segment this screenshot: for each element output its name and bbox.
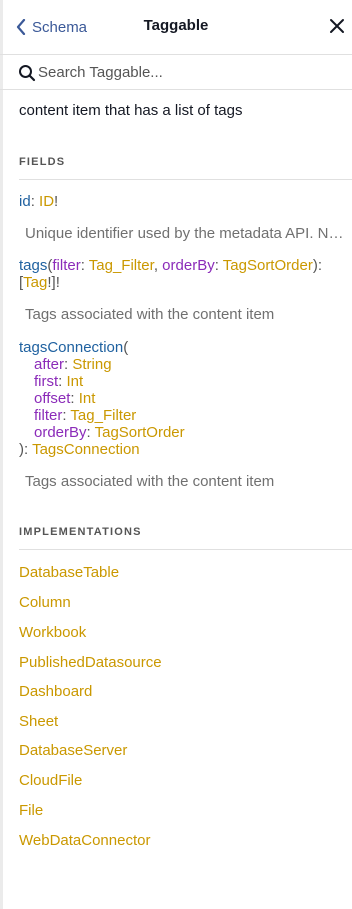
colon: : <box>214 257 223 274</box>
type-link[interactable]: Tag_Filter <box>70 407 136 424</box>
fields-divider <box>19 179 352 180</box>
colon: : <box>30 193 40 210</box>
type-link[interactable]: String <box>72 356 111 373</box>
colon: : <box>58 373 67 390</box>
field-tags-return: [Tag!]! <box>19 274 60 291</box>
field-description: Tags associated with the content item <box>25 306 275 323</box>
colon: : <box>70 390 79 407</box>
type-link[interactable]: Int <box>79 390 96 407</box>
fields-section-title: FIELDS <box>19 156 66 168</box>
field-name[interactable]: tags <box>19 257 47 274</box>
implementation-link[interactable]: PublishedDatasource <box>19 654 162 671</box>
paren-close: ): <box>312 257 322 274</box>
type-link[interactable]: TagSortOrder <box>95 424 185 441</box>
field-name[interactable]: id <box>19 193 31 210</box>
search-input[interactable] <box>38 60 338 84</box>
field-name[interactable]: tagsConnection <box>19 339 123 356</box>
implementation-link[interactable]: CloudFile <box>19 772 82 789</box>
page-title: Taggable <box>143 17 209 34</box>
paren-open: ( <box>123 339 129 356</box>
type-link[interactable]: Tag_Filter <box>89 257 154 274</box>
search-bar <box>0 54 352 90</box>
colon: : <box>86 424 95 441</box>
arg-name: filter <box>52 257 81 274</box>
implementation-link[interactable]: WebDataConnector <box>19 832 150 849</box>
close-button[interactable] <box>328 17 346 35</box>
implementation-link[interactable]: Workbook <box>19 624 86 641</box>
comma: , <box>153 257 163 274</box>
arg-name: after <box>34 356 65 373</box>
panel-divider <box>0 0 3 909</box>
type-link[interactable]: Tag <box>23 274 47 291</box>
non-null-list-close: !]! <box>47 274 60 291</box>
arg-name: orderBy <box>34 424 87 441</box>
close-icon <box>330 19 344 33</box>
field-id: id: ID! <box>19 193 58 210</box>
type-link[interactable]: TagSortOrder <box>223 257 313 274</box>
search-icon <box>19 65 36 82</box>
implementation-link[interactable]: Sheet <box>19 713 58 730</box>
field-tagsConnection: tagsConnection( <box>19 339 128 356</box>
colon: : <box>80 257 89 274</box>
arg-name: offset <box>34 390 71 407</box>
field-description: Unique identifier used by the metadata A… <box>25 225 344 242</box>
type-link[interactable]: ID <box>39 193 54 210</box>
field-tags: tags(filter: Tag_Filter, orderBy: TagSor… <box>19 257 322 274</box>
implementation-link[interactable]: DatabaseServer <box>19 742 127 759</box>
implementation-link[interactable]: File <box>19 802 43 819</box>
arg-name: first <box>34 373 59 390</box>
arg-filter: filter: Tag_Filter <box>34 407 136 424</box>
arg-first: first: Int <box>34 373 83 390</box>
type-link[interactable]: Int <box>67 373 84 390</box>
field-description: Tags associated with the content item <box>25 473 275 490</box>
field-tagsConnection-return: ): TagsConnection <box>19 441 140 458</box>
type-link[interactable]: TagsConnection <box>32 441 140 458</box>
doc-explorer-header: Schema Taggable <box>0 0 352 54</box>
arg-offset: offset: Int <box>34 390 95 407</box>
arg-orderBy: orderBy: TagSortOrder <box>34 424 185 441</box>
arg-name: filter <box>34 407 63 424</box>
paren-close: ): <box>19 441 33 458</box>
implementations-divider <box>19 549 352 550</box>
implementation-link[interactable]: DatabaseTable <box>19 564 119 581</box>
arg-name: orderBy <box>162 257 215 274</box>
implementations-section-title: IMPLEMENTATIONS <box>19 526 142 538</box>
doc-explorer-panel: Schema Taggable content item that has a … <box>0 0 352 909</box>
arg-after: after: String <box>34 356 112 373</box>
implementation-link[interactable]: Column <box>19 594 71 611</box>
non-null-mark: ! <box>54 193 59 210</box>
implementation-link[interactable]: Dashboard <box>19 683 92 700</box>
type-description: content item that has a list of tags <box>19 102 243 119</box>
